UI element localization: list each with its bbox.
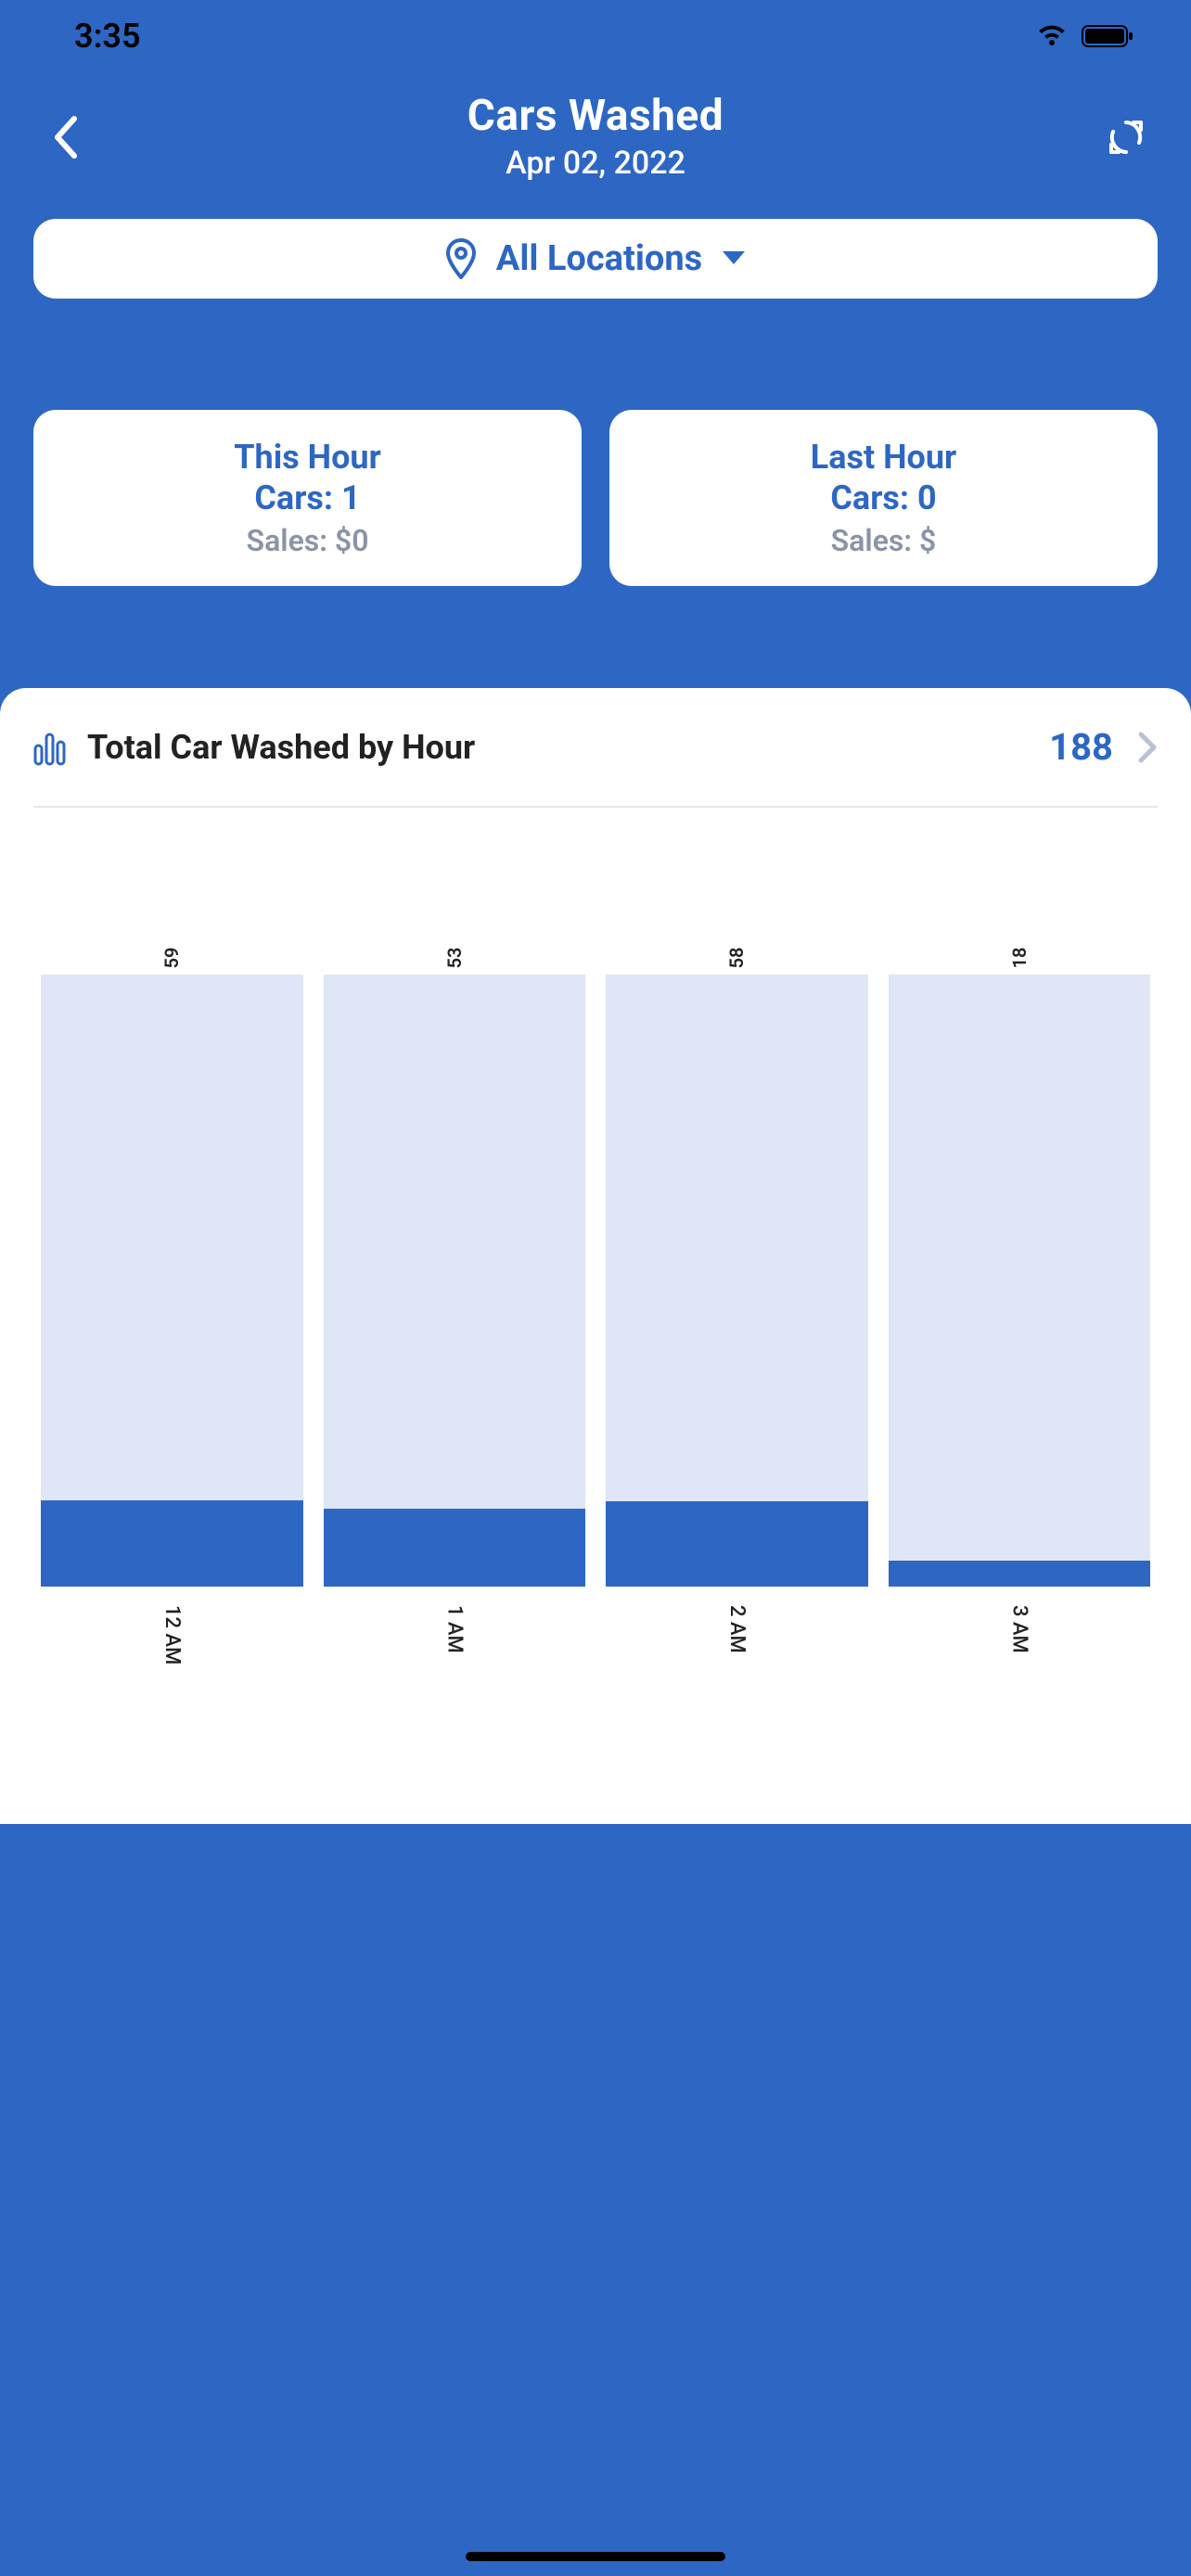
home-indicator[interactable] bbox=[466, 2552, 725, 2561]
chart-total: 188 bbox=[1049, 725, 1113, 769]
bar-value-label: 53 bbox=[443, 948, 466, 969]
refresh-icon bbox=[1106, 117, 1146, 158]
x-tick: 12 AM bbox=[41, 1605, 303, 1664]
bar-fill bbox=[889, 1561, 1151, 1588]
chart-bar[interactable]: 59 bbox=[41, 975, 303, 1587]
location-pin-icon bbox=[444, 238, 478, 279]
bar-value-label: 18 bbox=[1008, 948, 1031, 969]
stat-card-this-hour[interactable]: This Hour Cars: 1 Sales: $0 bbox=[33, 410, 582, 586]
bars-icon bbox=[33, 729, 70, 766]
location-label: All Locations bbox=[496, 238, 702, 279]
bar-background bbox=[606, 975, 868, 1587]
divider bbox=[33, 806, 1158, 808]
chart-x-axis: 12 AM 1 AM 2 AM 3 AM bbox=[33, 1605, 1158, 1664]
status-icons bbox=[1035, 23, 1135, 49]
chart-title: Total Car Washed by Hour bbox=[87, 728, 1032, 767]
bar-fill bbox=[41, 1500, 303, 1587]
header-center: Cars Washed Apr 02, 2022 bbox=[467, 91, 724, 182]
wifi-icon bbox=[1035, 23, 1069, 49]
status-time: 3:35 bbox=[74, 17, 141, 56]
caret-down-icon bbox=[721, 249, 747, 268]
bar-background bbox=[41, 975, 303, 1587]
chart-bar[interactable]: 58 bbox=[606, 975, 868, 1587]
stat-this-hour-cars: Cars: 1 bbox=[52, 478, 563, 517]
stat-card-last-hour[interactable]: Last Hour Cars: 0 Sales: $ bbox=[609, 410, 1158, 586]
location-dropdown[interactable]: All Locations bbox=[33, 219, 1158, 299]
bar-fill bbox=[606, 1501, 868, 1587]
chevron-right-icon bbox=[1137, 731, 1158, 764]
chart-header[interactable]: Total Car Washed by Hour 188 bbox=[33, 725, 1158, 769]
bar-fill bbox=[324, 1509, 586, 1587]
stat-this-hour-sales: Sales: $0 bbox=[52, 523, 563, 558]
chevron-left-icon bbox=[52, 115, 78, 159]
bar-value-label: 59 bbox=[160, 948, 183, 969]
app-header: Cars Washed Apr 02, 2022 bbox=[0, 72, 1191, 219]
page-date: Apr 02, 2022 bbox=[467, 145, 724, 182]
back-button[interactable] bbox=[37, 109, 93, 165]
battery-icon bbox=[1082, 23, 1135, 49]
stat-last-hour-title: Last Hour bbox=[628, 438, 1139, 477]
page-title: Cars Washed bbox=[467, 91, 724, 141]
chart-area: 59535818 bbox=[33, 975, 1158, 1587]
bar-background bbox=[324, 975, 586, 1587]
bar-value-label: 58 bbox=[725, 948, 748, 969]
x-tick: 3 AM bbox=[889, 1605, 1151, 1664]
bar-background bbox=[889, 975, 1151, 1587]
chart-bar[interactable]: 18 bbox=[889, 975, 1151, 1587]
chart-panel: Total Car Washed by Hour 188 59535818 12… bbox=[0, 688, 1191, 1824]
stat-row: This Hour Cars: 1 Sales: $0 Last Hour Ca… bbox=[0, 410, 1191, 586]
x-tick: 2 AM bbox=[606, 1605, 868, 1664]
stat-this-hour-title: This Hour bbox=[52, 438, 563, 477]
x-tick: 1 AM bbox=[324, 1605, 586, 1664]
status-bar: 3:35 bbox=[0, 0, 1191, 72]
refresh-button[interactable] bbox=[1098, 109, 1154, 165]
stat-last-hour-sales: Sales: $ bbox=[628, 523, 1139, 558]
stat-last-hour-cars: Cars: 0 bbox=[628, 478, 1139, 517]
chart-bar[interactable]: 53 bbox=[324, 975, 586, 1587]
